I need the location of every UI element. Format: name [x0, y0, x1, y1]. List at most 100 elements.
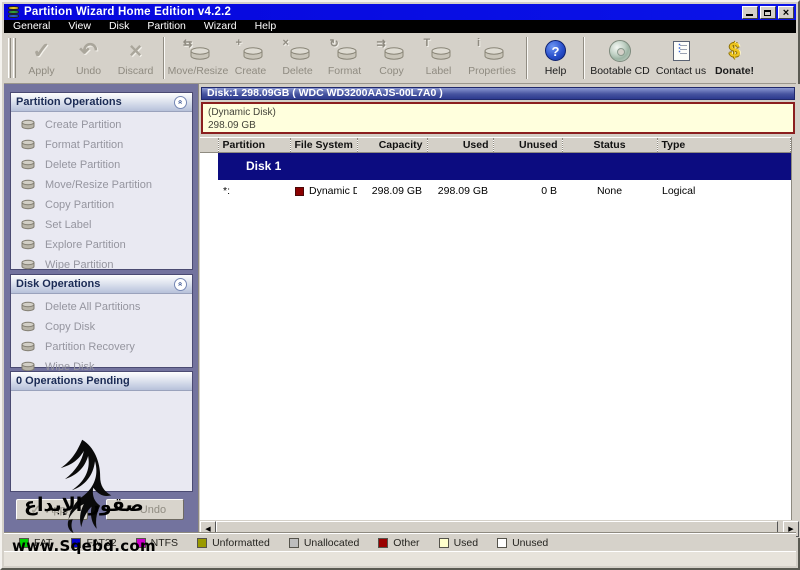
donate-button[interactable]: $ Donate! — [711, 35, 758, 82]
apply-button[interactable]: ✓ Apply — [18, 35, 65, 82]
legend-other: Other — [378, 537, 420, 549]
sidebar-item-partition-recovery[interactable]: Partition Recovery — [11, 337, 192, 357]
menu-wizard[interactable]: Wizard — [195, 20, 246, 33]
disk-operations-panel: Disk Operations « Delete All Partitions … — [10, 274, 193, 373]
toolbar: ✓ Apply ↶ Undo × Discard ⇆ Move/Resize +… — [4, 33, 796, 84]
disk-icon — [21, 259, 35, 270]
format-button[interactable]: ↻ Format — [321, 35, 368, 82]
apply-check-icon: ✓ — [30, 501, 42, 517]
toolbar-separator — [163, 37, 165, 79]
copy-disk-icon: ⇉ — [377, 38, 406, 62]
copy-button[interactable]: ⇉ Copy — [368, 35, 415, 82]
discard-button[interactable]: × Discard — [112, 35, 159, 82]
collapse-button[interactable]: « — [174, 277, 187, 291]
cell-file-system: Dynamic Di... — [290, 180, 357, 203]
sidebar-item-move-resize-partition[interactable]: Move/Resize Partition — [11, 175, 192, 195]
menu-view[interactable]: View — [59, 20, 100, 33]
sidebar-apply-button[interactable]: ✓ Apply — [16, 499, 88, 520]
cell-capacity: 298.09 GB — [371, 185, 422, 197]
legend-fat32: FAT32 — [71, 537, 117, 549]
sidebar-item-explore-partition[interactable]: Explore Partition — [11, 235, 192, 255]
undo-button[interactable]: ↶ Undo — [65, 35, 112, 82]
col-unused[interactable]: Unused — [493, 137, 563, 153]
close-icon: × — [782, 6, 790, 19]
disk-icon — [21, 179, 35, 190]
panel-title: Disk Operations — [16, 278, 101, 290]
menu-partition[interactable]: Partition — [138, 20, 195, 33]
sidebar-item-wipe-partition[interactable]: Wipe Partition — [11, 255, 192, 275]
operations-pending-header: 0 Operations Pending — [11, 372, 192, 391]
move-resize-button[interactable]: ⇆ Move/Resize — [168, 35, 229, 82]
create-button[interactable]: + Create — [227, 35, 274, 82]
contact-note-icon — [672, 40, 690, 61]
partition-table: Partition File System Capacity Used Unus… — [200, 137, 792, 520]
col-status[interactable]: Status — [562, 137, 658, 153]
sidebar-item-create-partition[interactable]: Create Partition — [11, 115, 192, 135]
cell-used: 298.09 GB — [437, 185, 488, 197]
delete-button[interactable]: × Delete — [274, 35, 321, 82]
arrow-left-icon: ◀ — [205, 526, 211, 533]
dollar-icon: $ — [728, 39, 741, 62]
disk-header-bar: Disk:1 298.09GB ( WDC WD3200AAJS-00L7A0 … — [201, 87, 795, 100]
panel-title: Partition Operations — [16, 96, 122, 108]
menu-general[interactable]: General — [4, 20, 59, 33]
col-partition[interactable]: Partition — [218, 137, 291, 153]
app-icon — [7, 5, 20, 19]
sidebar-item-copy-partition[interactable]: Copy Partition — [11, 195, 192, 215]
toolbar-separator — [526, 37, 528, 79]
cd-icon — [609, 39, 631, 62]
properties-button[interactable]: i Properties — [462, 35, 522, 82]
sidebar-item-delete-all-partitions[interactable]: Delete All Partitions — [11, 297, 192, 317]
undo-arrow-icon: ↶ — [123, 501, 135, 517]
apply-check-icon: ✓ — [32, 37, 51, 63]
disk-icon — [21, 301, 35, 312]
label-button[interactable]: T Label — [415, 35, 462, 82]
disk-icon — [21, 159, 35, 170]
legend-unallocated: Unallocated — [288, 537, 359, 549]
disk-icon — [21, 119, 35, 130]
disk-icon — [21, 199, 35, 210]
sidebar-item-format-partition[interactable]: Format Partition — [11, 135, 192, 155]
help-button[interactable]: ? Help — [532, 35, 579, 82]
undo-arrow-icon: ↶ — [79, 37, 98, 63]
col-type[interactable]: Type — [657, 137, 791, 153]
col-used[interactable]: Used — [427, 137, 494, 153]
minimize-button[interactable] — [742, 5, 758, 19]
partition-row[interactable]: *: Dynamic Di... 298.09 GB 298.09 GB 0 B… — [200, 180, 791, 203]
unallocated-color-square — [288, 537, 299, 548]
close-button[interactable]: × — [778, 5, 794, 19]
menu-help[interactable]: Help — [246, 20, 286, 33]
toolbar-grip — [13, 38, 16, 78]
app-window: Partition Wizard Home Edition v4.2.2 × G… — [0, 0, 800, 570]
label-disk-icon: T — [424, 37, 453, 62]
menu-disk[interactable]: Disk — [100, 20, 138, 33]
cell-unused: 0 B — [541, 185, 557, 197]
toolbar-grip — [8, 38, 11, 78]
disk-icon — [21, 321, 35, 332]
collapse-button[interactable]: « — [174, 95, 187, 109]
sidebar-item-set-label[interactable]: Set Label — [11, 215, 192, 235]
bootable-cd-button[interactable]: Bootable CD — [589, 35, 651, 82]
operations-pending-panel: 0 Operations Pending — [10, 371, 193, 492]
disk-map-block[interactable]: (Dynamic Disk) 298.09 GB — [201, 102, 795, 134]
sidebar-item-copy-disk[interactable]: Copy Disk — [11, 317, 192, 337]
discard-x-icon: × — [129, 37, 142, 63]
window-title: Partition Wizard Home Edition v4.2.2 — [24, 6, 232, 18]
legend-fat: FAT — [19, 537, 52, 549]
sidebar-item-delete-partition[interactable]: Delete Partition — [11, 155, 192, 175]
fat32-color-square — [71, 537, 82, 548]
disk-group-row[interactable]: Disk 1 — [200, 152, 791, 180]
sidebar-undo-button[interactable]: ↶ Undo — [106, 499, 184, 520]
legend-ntfs: NTFS — [135, 537, 178, 549]
col-file-system[interactable]: File System — [290, 137, 358, 153]
fat-color-square — [19, 537, 29, 548]
contact-us-button[interactable]: Contact us — [651, 35, 711, 82]
other-color-square — [378, 537, 389, 548]
col-capacity[interactable]: Capacity — [357, 137, 428, 153]
arrow-right-icon: ▶ — [788, 526, 794, 533]
main-panel: Disk:1 298.09GB ( WDC WD3200AAJS-00L7A0 … — [198, 84, 800, 538]
gutter-header — [200, 137, 219, 153]
disk-map-line2: 298.09 GB — [208, 120, 256, 131]
legend-used: Used — [438, 537, 478, 549]
restore-button[interactable] — [760, 5, 776, 19]
